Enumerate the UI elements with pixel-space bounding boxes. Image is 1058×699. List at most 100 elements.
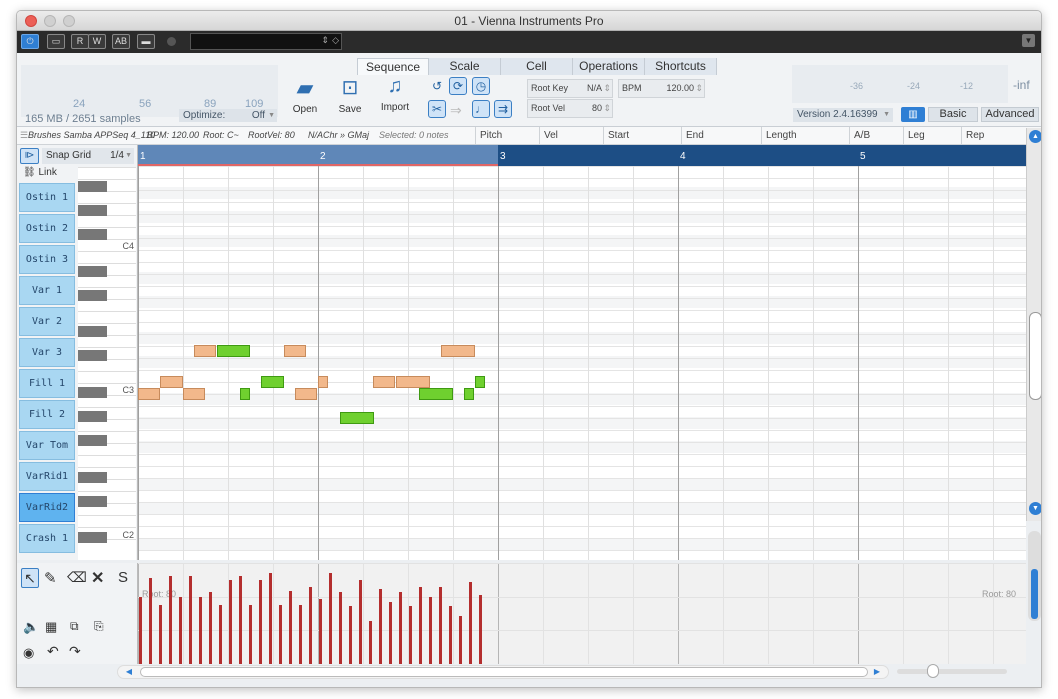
velocity-bar[interactable] xyxy=(479,595,482,664)
zoom-slider-thumb[interactable] xyxy=(927,664,939,678)
velocity-bar[interactable] xyxy=(319,599,322,664)
velocity-bar[interactable] xyxy=(309,587,312,664)
tab-scale[interactable]: Scale xyxy=(429,58,501,75)
write-button[interactable]: W xyxy=(88,34,106,49)
midi-note[interactable] xyxy=(475,376,485,388)
pattern-button[interactable]: Crash 1 xyxy=(19,524,75,553)
advanced-mode-button[interactable]: Advanced xyxy=(981,107,1039,122)
column-leg[interactable]: Leg xyxy=(903,127,961,145)
scroll-down-icon[interactable]: ▼ xyxy=(1029,502,1041,515)
pattern-button[interactable]: VarRid2 xyxy=(19,493,75,522)
copy-icon[interactable]: ⧉ xyxy=(70,619,79,634)
scroll-right-icon[interactable]: ▶ xyxy=(866,666,888,678)
midi-note[interactable] xyxy=(183,388,205,400)
velocity-bar[interactable] xyxy=(379,589,382,664)
pattern-button[interactable]: Var 1 xyxy=(19,276,75,305)
tab-shortcuts[interactable]: Shortcuts xyxy=(645,58,717,75)
scroll-left-icon[interactable]: ◀ xyxy=(118,666,140,678)
velocity-bar[interactable] xyxy=(179,597,182,664)
loop-region[interactable] xyxy=(138,145,498,166)
basic-mode-button[interactable]: Basic xyxy=(928,107,978,122)
read-button[interactable]: R xyxy=(71,34,89,49)
scissors-icon[interactable]: ✂ xyxy=(428,100,446,118)
paste-icon[interactable]: ⎘ xyxy=(94,619,104,634)
fit-width-icon[interactable]: ⧐ xyxy=(20,148,39,164)
undo-icon[interactable]: ↶ xyxy=(47,643,59,660)
column-length[interactable]: Length xyxy=(761,127,849,145)
black-key[interactable] xyxy=(78,326,107,337)
bpm-field[interactable]: BPM 120.00 ⇕ xyxy=(618,79,705,98)
pattern-button[interactable]: VarRid1 xyxy=(19,462,75,491)
grid-icon[interactable]: ▦ xyxy=(45,619,57,635)
midi-note[interactable] xyxy=(373,376,395,388)
velocity-bar[interactable] xyxy=(329,573,332,664)
velocity-zoom-slider[interactable] xyxy=(1028,531,1041,621)
refresh-icon[interactable]: ⟳ xyxy=(449,77,467,95)
menu-icon[interactable]: ▬ xyxy=(137,34,155,49)
midi-note[interactable] xyxy=(318,376,328,388)
black-key[interactable] xyxy=(78,532,107,543)
velocity-bar[interactable] xyxy=(239,576,242,664)
black-key[interactable] xyxy=(78,181,107,192)
velocity-bar[interactable] xyxy=(159,605,162,664)
pattern-button[interactable]: Fill 2 xyxy=(19,400,75,429)
midi-note[interactable] xyxy=(441,345,475,357)
black-key[interactable] xyxy=(78,290,107,301)
velocity-bar[interactable] xyxy=(469,582,472,664)
velocity-lane[interactable]: Root: 80 Root: 80 xyxy=(138,563,1026,664)
velocity-bar[interactable] xyxy=(349,606,352,664)
velocity-bar[interactable] xyxy=(169,576,172,664)
import-button[interactable]: ♫ Import xyxy=(375,75,415,123)
velocity-bar[interactable] xyxy=(209,592,212,664)
black-key[interactable] xyxy=(78,229,107,240)
pattern-button[interactable]: Ostin 3 xyxy=(19,245,75,274)
note-icon[interactable]: ♩ xyxy=(472,100,490,118)
power-icon[interactable]: ⏻ xyxy=(21,34,39,49)
redo-icon[interactable]: ↷ xyxy=(69,643,81,660)
velocity-bar[interactable] xyxy=(459,616,462,664)
timer-icon[interactable]: ◷ xyxy=(472,77,490,95)
black-key[interactable] xyxy=(78,411,107,422)
black-key[interactable] xyxy=(78,350,107,361)
velocity-bar[interactable] xyxy=(389,602,392,664)
velocity-bar[interactable] xyxy=(359,580,362,664)
column-vel[interactable]: Vel xyxy=(539,127,603,145)
velocity-bar[interactable] xyxy=(259,580,262,664)
velocity-bar[interactable] xyxy=(419,587,422,664)
midi-note[interactable] xyxy=(419,388,453,400)
midi-note[interactable] xyxy=(396,376,430,388)
pointer-tool-icon[interactable]: ↖ xyxy=(21,568,39,588)
velocity-bar[interactable] xyxy=(279,605,282,664)
pattern-button[interactable]: Var 2 xyxy=(19,307,75,336)
velocity-bar[interactable] xyxy=(149,578,152,664)
velocity-bar[interactable] xyxy=(269,573,272,664)
solo-button[interactable]: S xyxy=(118,569,128,586)
version-select[interactable]: Version 2.4.16399 ▼ xyxy=(793,108,893,122)
velocity-bar[interactable] xyxy=(399,592,402,664)
midi-note[interactable] xyxy=(217,345,250,357)
root-vel-field[interactable]: Root Vel 80 ⇕ xyxy=(527,99,613,118)
black-key[interactable] xyxy=(78,387,107,398)
velocity-bar[interactable] xyxy=(369,621,372,664)
midi-note[interactable] xyxy=(295,388,317,400)
preset-field[interactable]: ⇕ ◇ xyxy=(190,33,342,50)
tab-sequence[interactable]: Sequence xyxy=(357,58,429,75)
dropdown-icon[interactable]: ▼ xyxy=(1022,34,1035,47)
horizontal-scrollbar[interactable]: ◀ ▶ xyxy=(117,665,889,679)
midi-note[interactable] xyxy=(138,388,160,400)
velocity-bar[interactable] xyxy=(189,576,192,664)
black-key[interactable] xyxy=(78,435,107,446)
velocity-bar[interactable] xyxy=(249,605,252,664)
speaker-icon[interactable]: 🔈 xyxy=(23,619,39,635)
scroll-up-icon[interactable]: ▲ xyxy=(1029,130,1041,143)
column-pitch[interactable]: Pitch xyxy=(475,127,539,145)
timeline-ruler[interactable]: 1 2 3 4 5 xyxy=(138,145,1026,167)
align-right-icon[interactable]: ⇉ xyxy=(494,100,512,118)
black-key[interactable] xyxy=(78,496,107,507)
delete-tool-icon[interactable]: ✕ xyxy=(91,568,104,588)
loop-icon[interactable]: ↺ xyxy=(428,78,446,96)
midi-note[interactable] xyxy=(194,345,216,357)
velocity-bar[interactable] xyxy=(139,597,142,664)
black-key[interactable] xyxy=(78,205,107,216)
midi-note[interactable] xyxy=(464,388,474,400)
